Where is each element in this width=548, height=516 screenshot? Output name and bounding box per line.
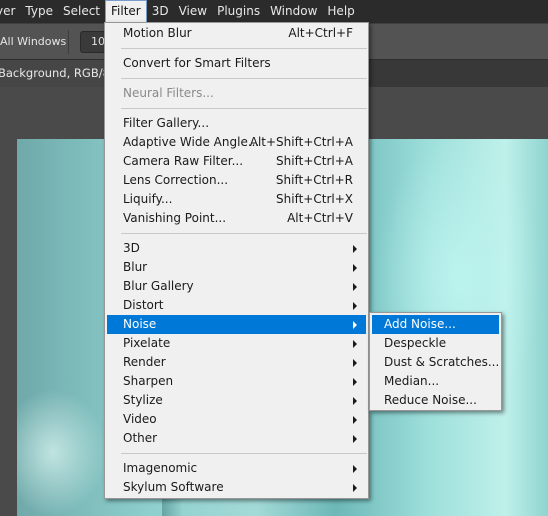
menu-item-label: Filter Gallery... bbox=[123, 116, 210, 130]
submenu-arrow-icon bbox=[353, 416, 357, 424]
submenu-arrow-icon bbox=[353, 321, 357, 329]
menu-view[interactable]: View bbox=[174, 0, 212, 23]
image-detail bbox=[17, 389, 107, 516]
menu-item-neural-filters: Neural Filters... bbox=[107, 84, 366, 103]
menu-item-label: Adaptive Wide Angle... bbox=[123, 135, 260, 149]
menu-separator bbox=[121, 78, 367, 79]
menu-layer[interactable]: yer bbox=[0, 0, 20, 23]
menu-item-label: Neural Filters... bbox=[123, 86, 214, 100]
menu-item-pixelate[interactable]: Pixelate bbox=[107, 334, 366, 353]
menu-item-label: Blur Gallery bbox=[123, 279, 194, 293]
menu-item-adaptive-wide-angle[interactable]: Adaptive Wide Angle... Alt+Shift+Ctrl+A bbox=[107, 133, 366, 152]
shortcut-label: Alt+Ctrl+F bbox=[288, 26, 353, 40]
menu-item-label: Noise bbox=[123, 317, 157, 331]
menu-item-vanishing-point[interactable]: Vanishing Point... Alt+Ctrl+V bbox=[107, 209, 366, 228]
menu-item-camera-raw-filter[interactable]: Camera Raw Filter... Shift+Ctrl+A bbox=[107, 152, 366, 171]
submenu-arrow-icon bbox=[353, 484, 357, 492]
menu-item-label: 3D bbox=[123, 241, 140, 255]
submenu-arrow-icon bbox=[353, 359, 357, 367]
shortcut-label: Shift+Ctrl+R bbox=[275, 173, 353, 187]
menu-item-label: Liquify... bbox=[123, 192, 173, 206]
menu-item-label: Stylize bbox=[123, 393, 163, 407]
options-divider bbox=[68, 30, 69, 54]
menu-item-despeckle[interactable]: Despeckle bbox=[372, 334, 499, 353]
menu-item-sharpen[interactable]: Sharpen bbox=[107, 372, 366, 391]
menu-help[interactable]: Help bbox=[322, 0, 359, 23]
menu-item-label: Convert for Smart Filters bbox=[123, 56, 271, 70]
submenu-arrow-icon bbox=[353, 465, 357, 473]
menu-item-render[interactable]: Render bbox=[107, 353, 366, 372]
menu-item-median[interactable]: Median... bbox=[372, 372, 499, 391]
shortcut-label: Alt+Ctrl+V bbox=[287, 211, 353, 225]
menu-item-label: Distort bbox=[123, 298, 164, 312]
menu-item-reduce-noise[interactable]: Reduce Noise... bbox=[372, 391, 499, 410]
menu-item-noise[interactable]: Noise bbox=[107, 315, 366, 334]
submenu-arrow-icon bbox=[353, 264, 357, 272]
menu-item-label: Add Noise... bbox=[384, 317, 456, 331]
menu-type[interactable]: Type bbox=[20, 0, 58, 23]
submenu-arrow-icon bbox=[353, 435, 357, 443]
menu-item-filter-gallery[interactable]: Filter Gallery... bbox=[107, 114, 366, 133]
menu-item-label: Sharpen bbox=[123, 374, 174, 388]
menu-item-label: Dust & Scratches... bbox=[384, 355, 500, 369]
filter-menu: Motion Blur Alt+Ctrl+F Convert for Smart… bbox=[104, 22, 369, 499]
menu-item-video[interactable]: Video bbox=[107, 410, 366, 429]
menu-item-blur-gallery[interactable]: Blur Gallery bbox=[107, 277, 366, 296]
menu-item-label: Video bbox=[123, 412, 157, 426]
menu-item-blur[interactable]: Blur bbox=[107, 258, 366, 277]
menu-item-skylum-software[interactable]: Skylum Software bbox=[107, 478, 366, 497]
menu-item-label: Lens Correction... bbox=[123, 173, 229, 187]
menu-item-label: Pixelate bbox=[123, 336, 171, 350]
menu-item-label: Render bbox=[123, 355, 166, 369]
menu-item-label: Vanishing Point... bbox=[123, 211, 227, 225]
menu-item-label: Imagenomic bbox=[123, 461, 198, 475]
menu-item-motion-blur[interactable]: Motion Blur Alt+Ctrl+F bbox=[107, 24, 366, 43]
menu-item-label: Blur bbox=[123, 260, 148, 274]
menu-item-label: Despeckle bbox=[384, 336, 447, 350]
menu-item-label: Skylum Software bbox=[123, 480, 224, 494]
shortcut-label: Shift+Ctrl+A bbox=[276, 154, 353, 168]
document-tab-label: Background, RGB/8) bbox=[0, 66, 106, 80]
menu-item-label: Other bbox=[123, 431, 158, 445]
menu-item-3d[interactable]: 3D bbox=[107, 239, 366, 258]
menu-separator bbox=[121, 48, 367, 49]
menu-separator bbox=[121, 233, 367, 234]
menu-item-dust-scratches[interactable]: Dust & Scratches... bbox=[372, 353, 499, 372]
all-windows-checkbox-label[interactable]: All Windows bbox=[0, 35, 66, 48]
submenu-arrow-icon bbox=[353, 283, 357, 291]
menu-separator bbox=[121, 453, 367, 454]
document-tab[interactable]: Background, RGB/8) bbox=[0, 60, 106, 87]
submenu-arrow-icon bbox=[353, 302, 357, 310]
menu-item-label: Motion Blur bbox=[123, 26, 192, 40]
menu-item-distort[interactable]: Distort bbox=[107, 296, 366, 315]
submenu-arrow-icon bbox=[353, 245, 357, 253]
menu-item-add-noise[interactable]: Add Noise... bbox=[372, 315, 499, 334]
menu-select[interactable]: Select bbox=[58, 0, 105, 23]
menu-item-lens-correction[interactable]: Lens Correction... Shift+Ctrl+R bbox=[107, 171, 366, 190]
menu-item-imagenomic[interactable]: Imagenomic bbox=[107, 459, 366, 478]
menu-item-label: Reduce Noise... bbox=[384, 393, 477, 407]
menu-item-label: Median... bbox=[384, 374, 440, 388]
menu-item-label: Camera Raw Filter... bbox=[123, 154, 244, 168]
shortcut-label: Shift+Ctrl+X bbox=[276, 192, 353, 206]
menu-filter[interactable]: Filter bbox=[105, 0, 147, 23]
menu-window[interactable]: Window bbox=[265, 0, 322, 23]
menu-3d[interactable]: 3D bbox=[147, 0, 174, 23]
menu-item-convert-smart-filters[interactable]: Convert for Smart Filters bbox=[107, 54, 366, 73]
menu-item-liquify[interactable]: Liquify... Shift+Ctrl+X bbox=[107, 190, 366, 209]
submenu-arrow-icon bbox=[353, 378, 357, 386]
shortcut-label: Alt+Shift+Ctrl+A bbox=[249, 135, 353, 149]
menu-plugins[interactable]: Plugins bbox=[212, 0, 265, 23]
submenu-arrow-icon bbox=[353, 397, 357, 405]
menu-item-other[interactable]: Other bbox=[107, 429, 366, 448]
noise-submenu: Add Noise... Despeckle Dust & Scratches.… bbox=[369, 312, 502, 411]
menu-separator bbox=[121, 108, 367, 109]
menu-item-stylize[interactable]: Stylize bbox=[107, 391, 366, 410]
menu-bar: yer Type Select Filter 3D View Plugins W… bbox=[0, 0, 548, 23]
submenu-arrow-icon bbox=[353, 340, 357, 348]
